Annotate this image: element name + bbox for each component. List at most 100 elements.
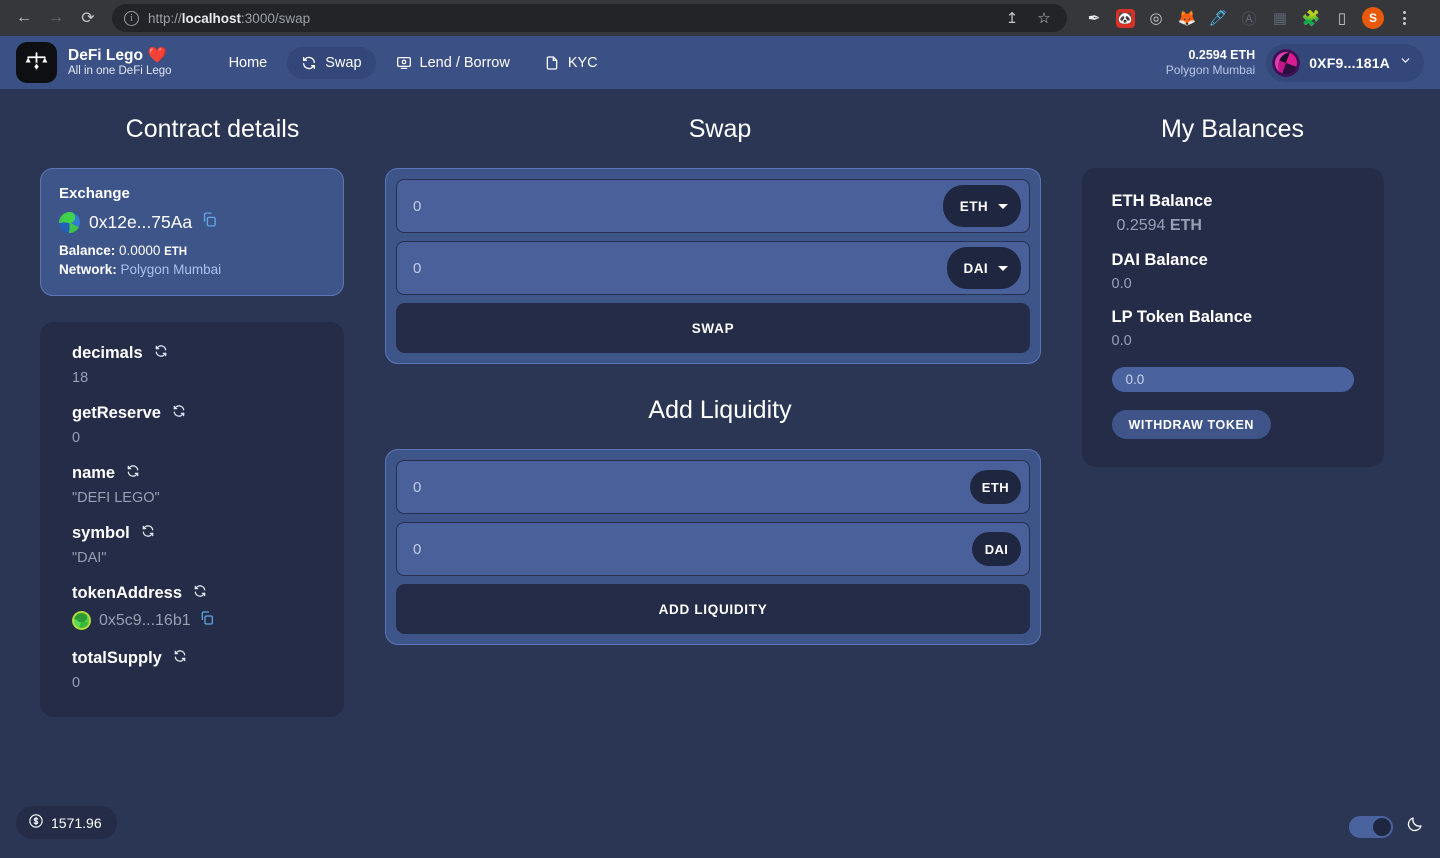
function-value: "DAI" — [72, 550, 107, 566]
function-label: symbol — [72, 524, 130, 542]
function-name: getReserve — [72, 404, 312, 423]
liquidity-dai-input[interactable] — [413, 540, 972, 558]
token-blockie-icon — [72, 611, 91, 630]
target-extension-icon[interactable]: ◎ — [1145, 7, 1167, 29]
function-label: name — [72, 464, 116, 482]
eth-price-value: 1571.96 — [51, 814, 102, 831]
brand-name: DeFi Lego — [68, 46, 143, 64]
circle-a-extension-icon[interactable]: Ⓐ — [1238, 7, 1260, 29]
dollar-circle-icon — [28, 813, 44, 832]
wallet-summary: 0.2594 ETH Polygon Mumbai — [1166, 47, 1255, 79]
swap-from-input[interactable] — [413, 197, 943, 215]
function-value: 0 — [72, 430, 81, 446]
extension-toolbar: ✒ 🐼 ◎ 🦊 🖊 Ⓐ ▦ 🧩 ▯ S — [1077, 7, 1415, 29]
function-row-name: name "DEFI LEGO" — [40, 464, 344, 506]
function-label: getReserve — [72, 404, 161, 422]
share-icon[interactable]: ↥ — [1001, 7, 1023, 29]
wallet-address-button[interactable]: 0XF9...181A — [1266, 43, 1424, 82]
nav-item-home[interactable]: Home — [215, 47, 282, 79]
nav-label-lend-borrow: Lend / Borrow — [419, 54, 510, 71]
wallet-address-text: 0XF9...181A — [1309, 54, 1390, 71]
site-info-icon[interactable]: i — [124, 10, 139, 26]
red-panda-extension-icon[interactable]: 🐼 — [1114, 7, 1136, 29]
refresh-icon[interactable] — [193, 584, 207, 603]
wallet-network: Polygon Mumbai — [1165, 62, 1256, 77]
lp-balance-value: 0.0 — [1111, 333, 1132, 349]
bookmark-star-icon[interactable]: ☆ — [1033, 7, 1055, 29]
function-value: "DEFI LEGO" — [72, 490, 160, 506]
pen-extension-icon[interactable]: ✒ — [1083, 7, 1105, 29]
reload-button[interactable]: ⟳ — [74, 4, 102, 32]
swap-from-token-select[interactable]: ETH — [942, 185, 1021, 227]
add-liquidity-title: Add Liquidity — [648, 396, 792, 424]
address-bar[interactable]: i http://localhost:3000/swap ↥ ☆ — [112, 4, 1067, 32]
exchange-balance-line: Balance: 0.0000 ETH — [59, 243, 325, 258]
swap-column: Swap ETH DAI SWAP — [385, 115, 1055, 645]
profile-avatar[interactable]: S — [1362, 7, 1384, 29]
function-row-tokenaddress: tokenAddress 0x5c9...16b1 — [40, 584, 344, 631]
side-panel-icon[interactable]: ▯ — [1331, 7, 1353, 29]
nav-item-lend-borrow[interactable]: Lend / Borrow — [382, 47, 524, 79]
refresh-icon[interactable] — [126, 464, 140, 483]
theme-toggle-switch[interactable] — [1349, 815, 1393, 838]
eth-balance-value: 0.2594 ETH — [1112, 217, 1354, 235]
heart-icon: ❤️ — [147, 46, 168, 64]
liquidity-eth-field[interactable]: ETH — [396, 460, 1030, 514]
page-body: Contract details Exchange 0x12e...75Aa B… — [0, 89, 1440, 858]
nav-label-home: Home — [228, 54, 268, 71]
function-label: decimals — [72, 344, 143, 362]
refresh-icon[interactable] — [173, 649, 187, 668]
function-value: 18 — [72, 370, 89, 386]
swap-from-token-label: ETH — [959, 198, 988, 214]
puzzle-extensions-icon[interactable]: 🧩 — [1300, 7, 1322, 29]
back-button[interactable]: ← — [10, 4, 38, 32]
liquidity-dai-field[interactable]: DAI — [396, 522, 1030, 576]
withdraw-amount-input[interactable] — [1111, 367, 1354, 392]
browser-toolbar: ← → ⟳ i http://localhost:3000/swap ↥ ☆ ✒… — [0, 0, 1440, 36]
swap-to-token-select[interactable]: DAI — [946, 247, 1021, 289]
moon-icon[interactable] — [1406, 815, 1424, 838]
copy-icon[interactable] — [201, 211, 218, 233]
function-name: name — [72, 464, 312, 483]
liquidity-eth-input[interactable] — [413, 478, 970, 496]
liquidity-dai-token-badge: DAI — [972, 532, 1021, 566]
nav-item-kyc[interactable]: KYC — [530, 47, 612, 79]
brand-logo-group[interactable]: DeFi Lego ❤️ All in one DeFi Lego — [16, 42, 172, 83]
function-row-getreserve: getReserve 0 — [40, 404, 344, 446]
my-balances-title: My Balances — [1160, 115, 1305, 143]
function-label: tokenAddress — [72, 584, 183, 602]
metamask-extension-icon[interactable]: 🦊 — [1176, 7, 1198, 29]
exchange-balance-value: 0.0000 — [119, 243, 161, 258]
withdraw-token-button[interactable]: WITHDRAW TOKEN — [1111, 410, 1272, 439]
exchange-network-label: Network: — [59, 262, 117, 277]
copy-icon[interactable] — [199, 610, 215, 631]
exchange-card: Exchange 0x12e...75Aa Balance: 0.0000 ET… — [40, 168, 344, 296]
nav-label-swap: Swap — [325, 54, 362, 71]
function-row-decimals: decimals 18 — [40, 344, 344, 386]
forward-button[interactable]: → — [42, 4, 70, 32]
wallet-balance: 0.2594 ETH — [1188, 47, 1256, 62]
document-icon — [544, 55, 560, 71]
eth-balance-label: ETH Balance — [1111, 192, 1213, 210]
exchange-balance-label: Balance: — [59, 243, 116, 258]
swap-panel: ETH DAI SWAP — [385, 168, 1041, 364]
dai-balance-value: 0.0 — [1111, 276, 1132, 292]
wallet-area: 0.2594 ETH Polygon Mumbai 0XF9...181A — [1166, 43, 1424, 82]
exchange-network-line: Network: Polygon Mumbai — [59, 262, 325, 277]
chrome-menu-icon[interactable] — [1393, 7, 1415, 29]
function-value: 0 — [72, 675, 81, 691]
contract-details-column: Contract details Exchange 0x12e...75Aa B… — [0, 115, 385, 717]
refresh-icon[interactable] — [141, 524, 155, 543]
highlighter-extension-icon[interactable]: 🖊 — [1207, 7, 1229, 29]
swap-from-field[interactable]: ETH — [396, 179, 1030, 233]
swap-to-input[interactable] — [413, 259, 947, 277]
nav-item-swap[interactable]: Swap — [287, 46, 376, 79]
swap-button[interactable]: SWAP — [396, 303, 1030, 353]
swap-icon — [301, 55, 317, 71]
dai-balance-label: DAI Balance — [1111, 251, 1208, 269]
refresh-icon[interactable] — [172, 404, 186, 423]
refresh-icon[interactable] — [154, 344, 168, 363]
grid-extension-icon[interactable]: ▦ — [1269, 7, 1291, 29]
swap-to-field[interactable]: DAI — [396, 241, 1030, 295]
add-liquidity-button[interactable]: ADD LIQUIDITY — [396, 584, 1030, 634]
